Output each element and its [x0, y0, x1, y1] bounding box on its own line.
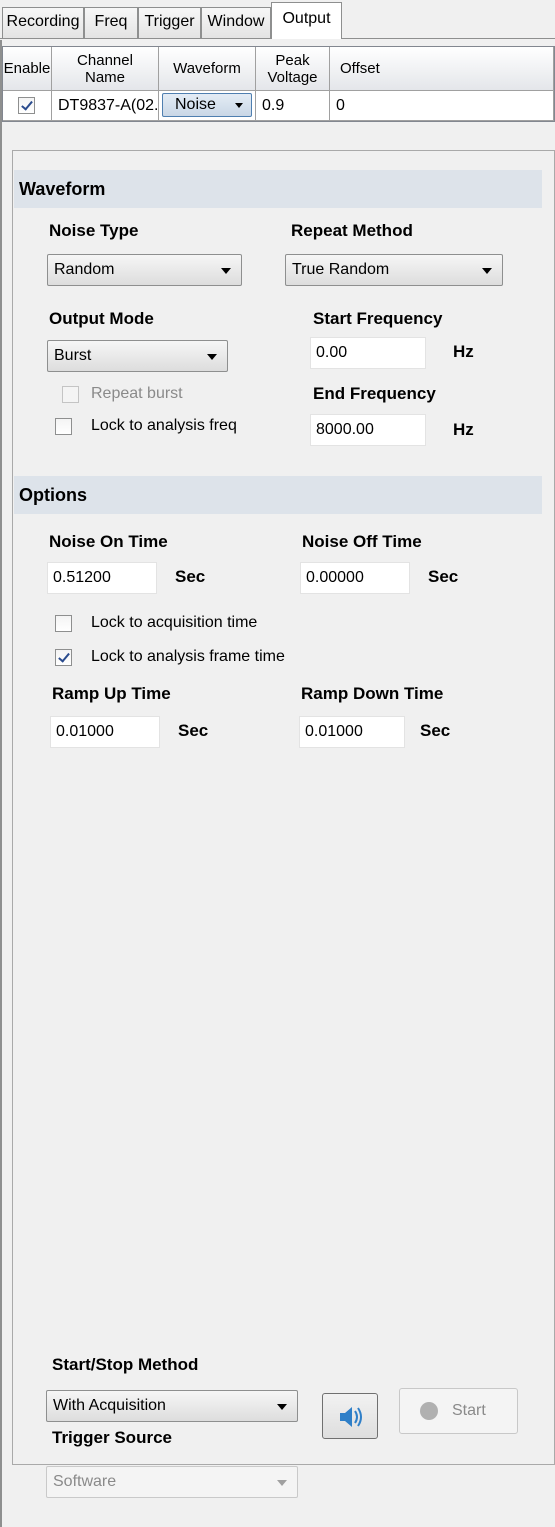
end-frequency-label: End Frequency [313, 384, 436, 403]
record-dot-icon [420, 1402, 438, 1420]
channel-grid: Enable Channel Name Waveform Peak Voltag… [2, 46, 555, 122]
noise-on-time-label: Noise On Time [49, 532, 168, 551]
noise-on-time-input[interactable]: 0.51200 [47, 562, 157, 594]
chevron-down-icon [482, 268, 492, 274]
waveform-dropdown-value: Noise [175, 96, 216, 113]
lock-analysis-frame-time-label: Lock to analysis frame time [91, 648, 285, 665]
row-offset[interactable]: 0 [330, 91, 554, 121]
repeat-burst-checkbox[interactable] [62, 386, 79, 404]
output-mode-label: Output Mode [49, 309, 154, 328]
chevron-down-icon [277, 1480, 287, 1486]
col-header-waveform[interactable]: Waveform [159, 47, 256, 91]
start-frequency-unit: Hz [453, 342, 474, 361]
lock-analysis-freq-label: Lock to analysis freq [91, 417, 237, 434]
ramp-down-time-label: Ramp Down Time [301, 684, 444, 703]
ramp-down-time-input[interactable]: 0.01000 [299, 716, 405, 748]
trigger-source-label: Trigger Source [52, 1428, 172, 1447]
waveform-dropdown[interactable]: Noise [162, 93, 252, 117]
ramp-up-time-unit: Sec [178, 721, 209, 740]
repeat-burst-label: Repeat burst [91, 385, 183, 402]
start-frequency-input[interactable]: 0.00 [310, 337, 426, 369]
noise-off-time-unit: Sec [428, 567, 459, 586]
repeat-burst-checkbox-wrap [62, 386, 79, 404]
enable-checkbox[interactable] [18, 97, 35, 115]
repeat-method-dropdown[interactable]: True Random [285, 254, 503, 286]
lock-acq-checkbox-wrap [55, 615, 72, 633]
start-stop-method-value: With Acquisition [53, 1397, 166, 1414]
chevron-down-icon [221, 268, 231, 274]
ramp-up-time-input[interactable]: 0.01000 [50, 716, 160, 748]
repeat-method-label: Repeat Method [291, 221, 413, 240]
start-frequency-label: Start Frequency [313, 309, 443, 328]
start-button[interactable]: Start [399, 1388, 518, 1434]
start-button-label: Start [452, 1402, 486, 1419]
noise-type-value: Random [54, 261, 115, 278]
ramp-up-time-label: Ramp Up Time [52, 684, 171, 703]
row-waveform-cell: Noise [159, 91, 256, 121]
end-frequency-input[interactable]: 8000.00 [310, 414, 426, 446]
start-stop-method-label: Start/Stop Method [52, 1355, 199, 1374]
lock-analysis-freq-checkbox-wrap [55, 418, 72, 436]
tab-output[interactable]: Output [271, 2, 342, 39]
chevron-down-icon [207, 354, 217, 360]
noise-off-time-label: Noise Off Time [302, 532, 422, 551]
noise-on-time-unit: Sec [175, 567, 206, 586]
tab-bar: Recording Freq Trigger Window Output [0, 0, 555, 40]
tab-window[interactable]: Window [201, 7, 271, 39]
waveform-section-header: Waveform [14, 170, 542, 208]
output-mode-value: Burst [54, 347, 92, 364]
ramp-down-time-unit: Sec [420, 721, 451, 740]
tab-recording[interactable]: Recording [2, 7, 84, 39]
lock-frame-checkbox-wrap [55, 649, 72, 667]
row-peak-voltage[interactable]: 0.9 [256, 91, 330, 121]
repeat-method-value: True Random [292, 261, 390, 278]
trigger-source-dropdown[interactable]: Software [46, 1466, 298, 1498]
lock-acquisition-time-label: Lock to acquisition time [91, 614, 258, 631]
col-header-offset[interactable]: Offset [330, 47, 554, 91]
audio-button[interactable] [322, 1393, 378, 1439]
window-left-border [0, 0, 2, 1527]
trigger-source-value: Software [53, 1473, 117, 1490]
options-section-header: Options [14, 476, 542, 514]
output-mode-dropdown[interactable]: Burst [47, 340, 228, 372]
tab-trigger[interactable]: Trigger [138, 7, 201, 39]
row-enable-cell [3, 91, 52, 121]
chevron-down-icon [235, 103, 243, 108]
lock-analysis-freq-checkbox[interactable] [55, 418, 72, 436]
noise-type-label: Noise Type [49, 221, 139, 240]
col-header-enable[interactable]: Enable [3, 47, 52, 91]
row-channel-name[interactable]: DT9837-A(02... [52, 91, 159, 121]
speaker-icon [340, 1407, 362, 1427]
end-frequency-unit: Hz [453, 420, 474, 439]
tab-freq[interactable]: Freq [84, 7, 138, 39]
lock-analysis-frame-time-checkbox[interactable] [55, 649, 72, 667]
col-header-channel-name[interactable]: Channel Name [52, 47, 159, 91]
noise-off-time-input[interactable]: 0.00000 [300, 562, 410, 594]
noise-type-dropdown[interactable]: Random [47, 254, 242, 286]
lock-acquisition-time-checkbox[interactable] [55, 615, 72, 633]
col-header-peak-voltage[interactable]: Peak Voltage [256, 47, 330, 91]
chevron-down-icon [277, 1404, 287, 1410]
start-stop-method-dropdown[interactable]: With Acquisition [46, 1390, 298, 1422]
